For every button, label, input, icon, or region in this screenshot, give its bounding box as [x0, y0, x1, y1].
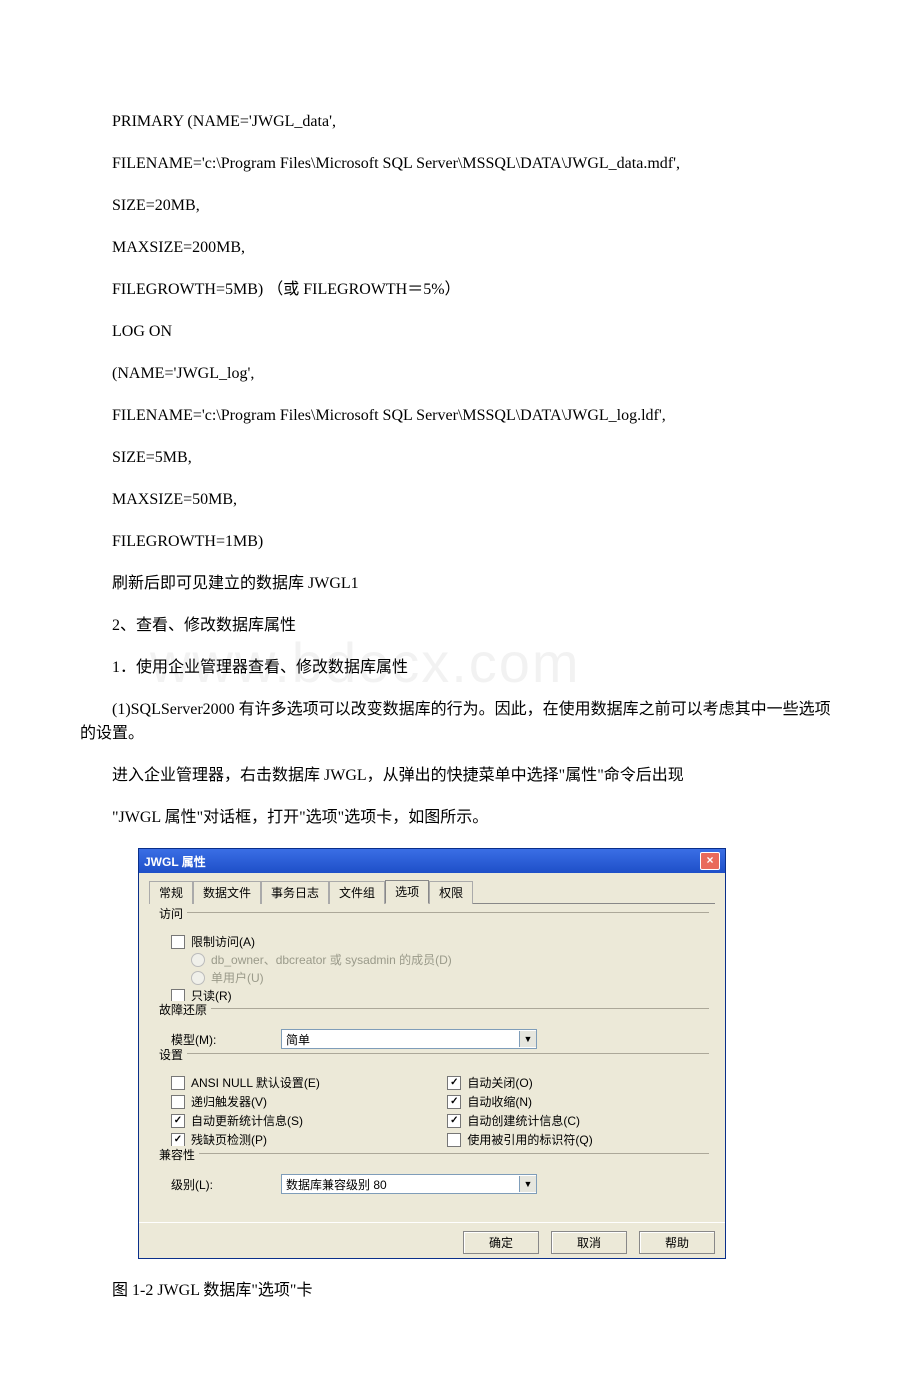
group-settings: 设置 ANSI NULL 默认设置(E) 自动关闭(O) 递归触发器(V): [155, 1053, 709, 1149]
dialog-titlebar[interactable]: JWGL 属性 ×: [139, 849, 725, 873]
label-model: 模型(M):: [171, 1031, 281, 1048]
checkbox-autocreate[interactable]: [447, 1114, 461, 1128]
properties-dialog: JWGL 属性 × 常规 数据文件 事务日志 文件组 选项 权限 访问 限制访问…: [138, 848, 726, 1259]
legend-compat: 兼容性: [155, 1146, 199, 1163]
chevron-down-icon: ▼: [519, 1031, 536, 1047]
paragraph: (NAME='JWGL_log',: [80, 362, 840, 386]
checkbox-restrict-access[interactable]: [171, 935, 185, 949]
checkbox-autostats[interactable]: [171, 1114, 185, 1128]
label-autoshrink: 自动收缩(N): [467, 1093, 532, 1110]
paragraph: PRIMARY (NAME='JWGL_data',: [80, 110, 840, 134]
checkbox-autoclose[interactable]: [447, 1076, 461, 1090]
dropdown-compat-level[interactable]: 数据库兼容级别 80 ▼: [281, 1174, 537, 1194]
label-members: db_owner、dbcreator 或 sysadmin 的成员(D): [211, 951, 452, 968]
paragraph: 2、查看、修改数据库属性: [80, 614, 840, 638]
label-single-user: 单用户(U): [211, 969, 264, 986]
checkbox-autoshrink[interactable]: [447, 1095, 461, 1109]
dropdown-compat-value: 数据库兼容级别 80: [286, 1176, 387, 1193]
paragraph: MAXSIZE=50MB,: [80, 488, 840, 512]
label-autocreate: 自动创建统计信息(C): [467, 1112, 580, 1129]
group-recovery: 故障还原 模型(M): 简单 ▼: [155, 1008, 709, 1049]
label-autoclose: 自动关闭(O): [467, 1074, 532, 1091]
legend-settings: 设置: [155, 1046, 187, 1063]
paragraph: FILENAME='c:\Program Files\Microsoft SQL…: [80, 152, 840, 176]
paragraph: FILEGROWTH=1MB): [80, 530, 840, 554]
tab-datafiles[interactable]: 数据文件: [193, 881, 261, 904]
paragraph: 刷新后即可见建立的数据库 JWGL1: [80, 572, 840, 596]
paragraph: 1．使用企业管理器查看、修改数据库属性: [80, 656, 840, 680]
label-ansi-null: ANSI NULL 默认设置(E): [191, 1074, 320, 1091]
cancel-button[interactable]: 取消: [551, 1231, 627, 1254]
paragraph: LOG ON: [80, 320, 840, 344]
figure-caption: 图 1-2 JWGL 数据库"选项"卡: [80, 1279, 840, 1303]
checkbox-ansi-null[interactable]: [171, 1076, 185, 1090]
paragraph: "JWGL 属性"对话框，打开"选项"选项卡，如图所示。: [80, 806, 840, 830]
dropdown-recovery-model[interactable]: 简单 ▼: [281, 1029, 537, 1049]
paragraph: (1)SQLServer2000 有许多选项可以改变数据库的行为。因此，在使用数…: [80, 698, 840, 746]
checkbox-torn[interactable]: [171, 1133, 185, 1147]
tab-filegroup[interactable]: 文件组: [329, 881, 385, 904]
close-icon[interactable]: ×: [700, 852, 720, 870]
tab-translog[interactable]: 事务日志: [261, 881, 329, 904]
ok-button[interactable]: 确定: [463, 1231, 539, 1254]
checkbox-recursive[interactable]: [171, 1095, 185, 1109]
chevron-down-icon: ▼: [519, 1176, 536, 1192]
label-recursive: 递归触发器(V): [191, 1093, 267, 1110]
legend-recovery: 故障还原: [155, 1001, 211, 1018]
paragraph: FILENAME='c:\Program Files\Microsoft SQL…: [80, 404, 840, 428]
group-compat: 兼容性 级别(L): 数据库兼容级别 80 ▼: [155, 1153, 709, 1194]
tab-strip: 常规 数据文件 事务日志 文件组 选项 权限: [149, 879, 715, 904]
label-quoted: 使用被引用的标识符(Q): [467, 1131, 592, 1148]
dropdown-recovery-value: 简单: [286, 1031, 310, 1048]
tab-permissions[interactable]: 权限: [429, 881, 473, 904]
checkbox-quoted[interactable]: [447, 1133, 461, 1147]
group-access: 访问 限制访问(A) db_owner、dbcreator 或 sysadmin…: [155, 912, 709, 1004]
radio-single-user: [191, 971, 205, 985]
label-torn: 残缺页检测(P): [191, 1131, 267, 1148]
paragraph: 进入企业管理器，右击数据库 JWGL，从弹出的快捷菜单中选择"属性"命令后出现: [80, 764, 840, 788]
label-level: 级别(L):: [171, 1176, 281, 1193]
tab-options[interactable]: 选项: [385, 880, 429, 904]
paragraph: SIZE=20MB,: [80, 194, 840, 218]
radio-members: [191, 953, 205, 967]
legend-access: 访问: [155, 905, 187, 922]
paragraph: SIZE=5MB,: [80, 446, 840, 470]
paragraph: MAXSIZE=200MB,: [80, 236, 840, 260]
help-button[interactable]: 帮助: [639, 1231, 715, 1254]
paragraph: FILEGROWTH=5MB) （或 FILEGROWTH＝5%）: [80, 278, 840, 302]
button-row: 确定 取消 帮助: [139, 1222, 725, 1258]
dialog-title: JWGL 属性: [144, 853, 206, 870]
label-restrict-access: 限制访问(A): [191, 933, 255, 950]
label-autostats: 自动更新统计信息(S): [191, 1112, 303, 1129]
tab-general[interactable]: 常规: [149, 881, 193, 904]
